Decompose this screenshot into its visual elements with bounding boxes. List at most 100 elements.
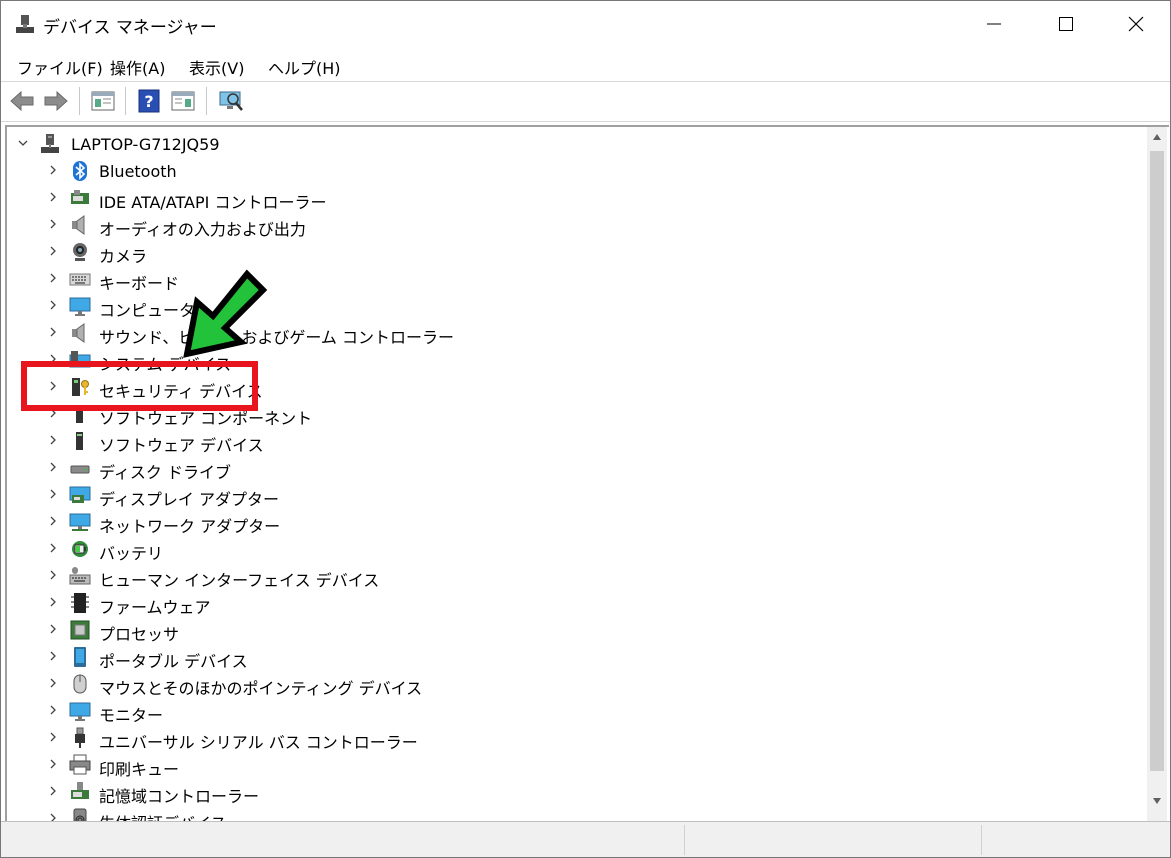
tree-item-label: 印刷キュー xyxy=(99,760,180,779)
menu-view[interactable]: 表示(V) xyxy=(189,55,244,79)
expand-chevron-icon[interactable] xyxy=(45,540,61,556)
computer-icon xyxy=(41,134,59,153)
tree-item[interactable]: IDE ATA/ATAPI コントローラー xyxy=(7,185,1145,212)
expand-chevron-icon[interactable] xyxy=(45,243,61,259)
expand-chevron-icon[interactable] xyxy=(45,189,61,205)
action-pane-button[interactable] xyxy=(169,87,197,115)
expand-chevron-icon[interactable] xyxy=(45,162,61,178)
expand-chevron-icon[interactable] xyxy=(45,459,61,475)
expand-chevron-icon[interactable] xyxy=(45,783,61,799)
battery-icon xyxy=(72,541,88,557)
tree-item[interactable]: ファームウェア xyxy=(7,590,1145,617)
disk-drive-icon xyxy=(70,465,90,474)
bluetooth-icon xyxy=(73,161,87,181)
keyboard-icon xyxy=(69,273,91,286)
tree-item-label: ポータブル デバイス xyxy=(99,652,248,671)
title-bar: デバイス マネージャー xyxy=(1,1,1170,47)
tree-item-label: オーディオの入力および出力 xyxy=(99,220,306,239)
scroll-up-button[interactable] xyxy=(1147,127,1167,147)
expand-chevron-icon[interactable] xyxy=(45,594,61,610)
tree-item[interactable]: ディスプレイ アダプター xyxy=(7,482,1145,509)
monitor-icon xyxy=(69,297,91,316)
tree-root[interactable]: LAPTOP-G712JQ59 xyxy=(7,131,1145,158)
tree-item-label: プロセッサ xyxy=(99,625,180,644)
expand-chevron-icon[interactable] xyxy=(45,810,61,821)
usb-icon xyxy=(75,727,85,748)
scroll-up-icon xyxy=(1153,134,1161,140)
minimize-button[interactable] xyxy=(959,1,1029,47)
tree-item[interactable]: ディスク ドライブ xyxy=(7,455,1145,482)
menu-action[interactable]: 操作(A) xyxy=(110,55,165,79)
expand-chevron-icon[interactable] xyxy=(45,324,61,340)
maximize-button[interactable] xyxy=(1031,1,1101,47)
tree-item[interactable]: 記憶域コントローラー xyxy=(7,779,1145,806)
expand-chevron-icon[interactable] xyxy=(45,216,61,232)
tree-item[interactable]: 印刷キュー xyxy=(7,752,1145,779)
collapse-chevron-icon[interactable] xyxy=(15,135,31,151)
tree-item[interactable]: オーディオの入力および出力 xyxy=(7,212,1145,239)
speaker-icon xyxy=(72,215,85,235)
scroll-down-icon xyxy=(1153,798,1161,804)
expand-chevron-icon[interactable] xyxy=(45,513,61,529)
expand-chevron-icon[interactable] xyxy=(45,756,61,772)
tree-item[interactable]: バッテリ xyxy=(7,536,1145,563)
tree-item[interactable]: 生体認証デバイス xyxy=(7,806,1145,821)
tree-item[interactable]: Bluetooth xyxy=(7,158,1145,185)
expand-chevron-icon[interactable] xyxy=(45,702,61,718)
action-pane-icon xyxy=(171,91,195,111)
expand-chevron-icon[interactable] xyxy=(45,648,61,664)
expand-chevron-icon[interactable] xyxy=(45,621,61,637)
back-icon xyxy=(10,90,34,112)
status-cell xyxy=(981,825,1170,855)
help-button[interactable]: ? xyxy=(135,87,163,115)
tree-item[interactable]: マウスとそのほかのポインティング デバイス xyxy=(7,671,1145,698)
close-button[interactable] xyxy=(1101,1,1170,47)
back-button[interactable] xyxy=(8,87,36,115)
scrollbar-thumb[interactable] xyxy=(1150,151,1164,771)
expand-chevron-icon[interactable] xyxy=(45,729,61,745)
show-hide-console-tree-button[interactable] xyxy=(89,87,117,115)
tree-item[interactable]: ユニバーサル シリアル バス コントローラー xyxy=(7,725,1145,752)
tree-item[interactable]: ネットワーク アダプター xyxy=(7,509,1145,536)
expand-chevron-icon[interactable] xyxy=(45,675,61,691)
tree-item[interactable]: ポータブル デバイス xyxy=(7,644,1145,671)
toolbar-separator xyxy=(79,87,80,115)
camera-icon xyxy=(73,243,87,261)
device-manager-window: デバイス マネージャー ファイル(F) 操作(A) 表示(V) ヘルプ(H) ?… xyxy=(0,0,1171,858)
mouse-icon xyxy=(73,674,87,694)
tree-root-label: LAPTOP-G712JQ59 xyxy=(71,135,220,154)
expand-chevron-icon[interactable] xyxy=(45,297,61,313)
expand-chevron-icon[interactable] xyxy=(45,270,61,286)
forward-button[interactable] xyxy=(42,87,70,115)
scroll-down-button[interactable] xyxy=(1147,791,1167,811)
tree-item[interactable]: カメラ xyxy=(7,239,1145,266)
tree-item[interactable]: モニター xyxy=(7,698,1145,725)
expand-chevron-icon[interactable] xyxy=(45,486,61,502)
menu-help[interactable]: ヘルプ(H) xyxy=(268,55,341,79)
toolbar-separator xyxy=(125,87,126,115)
tree-item[interactable]: プロセッサ xyxy=(7,617,1145,644)
toolbar-separator xyxy=(206,87,207,115)
tree-item-label: カメラ xyxy=(99,247,148,266)
device-tree-panel: LAPTOP-G712JQ59 Bluetooth IDE ATA/ATAPI コ… xyxy=(5,125,1169,821)
window-title: デバイス マネージャー xyxy=(43,18,217,38)
scan-hardware-icon xyxy=(219,91,243,111)
menu-bar: ファイル(F) 操作(A) 表示(V) ヘルプ(H) xyxy=(1,49,1170,81)
toolbar-separator-line xyxy=(1,121,1170,122)
tree-item[interactable]: ヒューマン インターフェイス デバイス xyxy=(7,563,1145,590)
status-bar xyxy=(1,821,1170,857)
vertical-scrollbar[interactable] xyxy=(1147,127,1167,821)
expand-chevron-icon[interactable] xyxy=(45,567,61,583)
tree-item-label: Bluetooth xyxy=(99,162,177,181)
processor-icon xyxy=(70,620,90,640)
printer-icon xyxy=(69,754,91,775)
tree-item-label: キーボード xyxy=(99,274,180,293)
menu-file[interactable]: ファイル(F) xyxy=(17,55,103,79)
expand-chevron-icon[interactable] xyxy=(45,432,61,448)
biometric-icon xyxy=(73,808,87,821)
device-tree: LAPTOP-G712JQ59 Bluetooth IDE ATA/ATAPI コ… xyxy=(7,127,1145,821)
tree-item[interactable]: ソフトウェア デバイス xyxy=(7,428,1145,455)
tree-item-label: ソフトウェア デバイス xyxy=(99,436,264,455)
tree-item-label: マウスとそのほかのポインティング デバイス xyxy=(99,679,423,698)
scan-hardware-button[interactable] xyxy=(217,87,245,115)
